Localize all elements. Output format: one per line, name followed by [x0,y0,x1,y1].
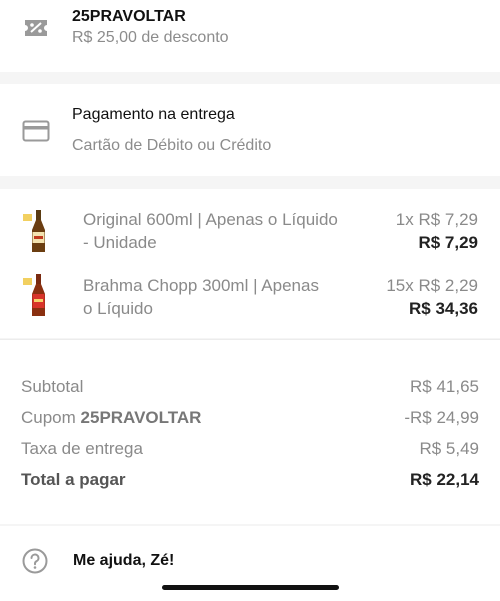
payment-card[interactable]: Pagamento na entrega Cartão de Débito ou… [0,84,500,176]
item-qty-price: 15x R$ 2,29 [386,276,478,295]
coupon-row: Cupom 25PRAVOLTAR -R$ 24,99 [21,402,479,433]
subtotal-row: Subtotal R$ 41,65 [21,371,479,402]
item-total: R$ 34,36 [409,299,478,318]
payment-method: Cartão de Débito ou Crédito [72,137,272,154]
order-summary-card: Subtotal R$ 41,65 Cupom 25PRAVOLTAR -R$ … [0,339,500,524]
item-name-cont: - Unidade [83,233,157,252]
item-total: R$ 7,29 [418,233,478,252]
payment-title: Pagamento na entrega [72,106,235,123]
item-name: Original 600ml | Apenas o Líquido [83,210,338,229]
product-thumbnail [22,274,48,318]
total-row: Total a pagar R$ 22,14 [21,464,479,495]
order-items-card: Original 600ml | Apenas o Líquido - Unid… [0,189,500,338]
item-name: Brahma Chopp 300ml | Apenas [83,276,319,295]
home-indicator [162,585,339,590]
list-item: Original 600ml | Apenas o Líquido - Unid… [0,208,500,258]
coupon-discount-value: -R$ 24,99 [404,407,479,427]
credit-card-icon [0,104,72,142]
coupon-code: 25PRAVOLTAR [72,8,186,25]
item-qty-price: 1x R$ 7,29 [395,210,478,229]
coupon-description: R$ 25,00 de desconto [72,29,229,46]
coupon-card[interactable]: 25PRAVOLTAR R$ 25,00 de desconto [0,0,500,72]
subtotal-label: Subtotal [21,376,84,396]
coupon-code-inline: 25PRAVOLTAR [80,407,202,427]
delivery-fee-value: R$ 5,49 [419,438,479,458]
total-value: R$ 22,14 [410,469,479,489]
delivery-fee-label: Taxa de entrega [21,438,143,458]
help-label: Me ajuda, Zé! [73,552,175,569]
total-label: Total a pagar [21,469,126,489]
product-thumbnail [22,210,48,254]
item-name-cont: o Líquido [83,299,153,318]
coupon-percent-icon [0,7,72,39]
subtotal-value: R$ 41,65 [410,376,479,396]
coupon-label: Cupom [21,407,81,427]
help-question-icon [22,548,48,579]
delivery-fee-row: Taxa de entrega R$ 5,49 [21,433,479,464]
list-item: Brahma Chopp 300ml | Apenas o Líquido 15… [0,274,500,324]
